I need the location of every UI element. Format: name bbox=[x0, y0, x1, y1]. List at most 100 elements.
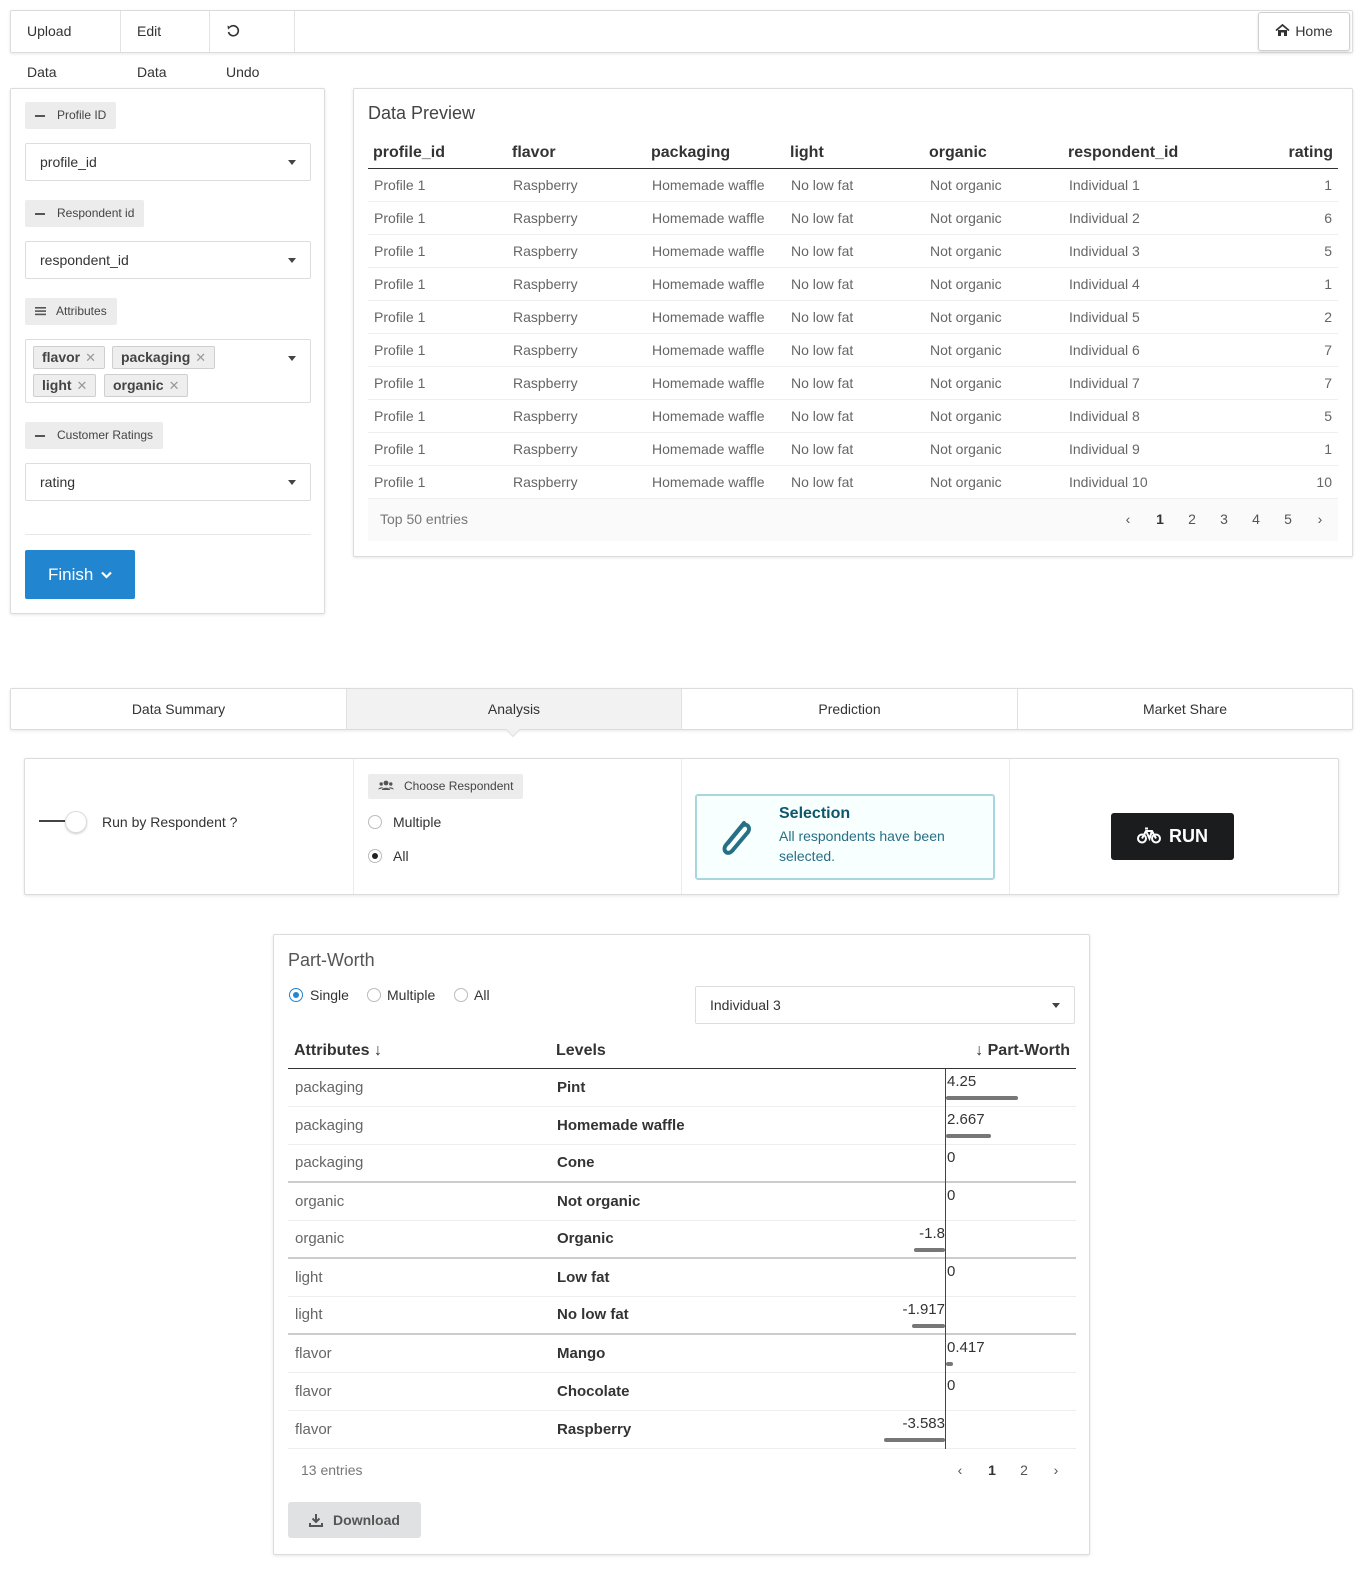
table-cell: Homemade waffle bbox=[646, 300, 785, 334]
table-cell: Individual 7 bbox=[1063, 366, 1202, 400]
zero-axis bbox=[945, 1410, 946, 1449]
level-cell: Raspberry bbox=[550, 1410, 811, 1449]
column-header[interactable]: ↓ Part-Worth bbox=[811, 1034, 1076, 1069]
part-worth-value: 0.417 bbox=[947, 1339, 985, 1356]
table-cell: Raspberry bbox=[507, 234, 646, 268]
column-header[interactable]: organic bbox=[924, 139, 1063, 169]
table-cell: 6 bbox=[1202, 201, 1338, 235]
profile-id-select[interactable]: profile_id bbox=[25, 143, 311, 181]
tab-bar: Data Summary Analysis Prediction Market … bbox=[10, 688, 1353, 738]
upload-data-label: Upload Data bbox=[27, 23, 72, 80]
table-cell: 1 bbox=[1202, 267, 1338, 301]
finish-button[interactable]: Finish bbox=[25, 550, 135, 599]
table-cell: Homemade waffle bbox=[646, 399, 785, 433]
table-cell: 5 bbox=[1202, 234, 1338, 268]
run-button[interactable]: RUN bbox=[1111, 813, 1234, 860]
attribute-tag-organic[interactable]: organic ✕ bbox=[104, 374, 189, 397]
column-header[interactable]: rating bbox=[1202, 139, 1338, 169]
attribute-cell: organic bbox=[288, 1220, 550, 1259]
part-worth-cell: 0 bbox=[811, 1372, 1076, 1411]
column-header[interactable]: profile_id bbox=[368, 139, 507, 169]
part-worth-bar bbox=[946, 1133, 992, 1138]
table-cell: Not organic bbox=[924, 234, 1063, 268]
upload-data-button[interactable]: Upload Data bbox=[11, 11, 121, 80]
next-page-icon[interactable]: › bbox=[1304, 511, 1336, 527]
page-button[interactable]: 2 bbox=[1008, 1462, 1040, 1478]
multiple-radio[interactable] bbox=[368, 815, 382, 829]
level-cell: Mango bbox=[550, 1334, 811, 1373]
ratings-select[interactable]: rating bbox=[25, 463, 311, 501]
data-preview-panel: Data Preview profile_id flavor packaging… bbox=[353, 88, 1353, 557]
home-button[interactable]: Home bbox=[1258, 12, 1350, 51]
tab-prediction[interactable]: Prediction bbox=[682, 689, 1018, 729]
column-header[interactable]: packaging bbox=[646, 139, 785, 169]
caret-down-icon bbox=[1052, 1003, 1060, 1008]
table-footer: Top 50 entries ‹ 1 2 3 4 5 › bbox=[368, 499, 1338, 541]
table-cell: 10 bbox=[1202, 465, 1338, 499]
table-cell: 1 bbox=[1202, 432, 1338, 466]
page-button[interactable]: 4 bbox=[1240, 511, 1272, 527]
table-cell: Profile 1 bbox=[368, 366, 507, 400]
respondent-id-select[interactable]: respondent_id bbox=[25, 241, 311, 279]
next-page-icon[interactable]: › bbox=[1040, 1462, 1072, 1478]
table-cell: Not organic bbox=[924, 432, 1063, 466]
part-worth-cell: -1.917 bbox=[811, 1296, 1076, 1335]
entries-count: Top 50 entries bbox=[380, 511, 468, 527]
remove-tag-icon[interactable]: ✕ bbox=[195, 350, 206, 365]
part-worth-cell: 0 bbox=[811, 1258, 1076, 1297]
column-header[interactable]: respondent_id bbox=[1063, 139, 1202, 169]
zero-axis bbox=[945, 1259, 946, 1297]
zero-axis bbox=[945, 1068, 946, 1107]
level-cell: Organic bbox=[550, 1220, 811, 1259]
download-button[interactable]: Download bbox=[288, 1502, 421, 1538]
table-cell: Profile 1 bbox=[368, 201, 507, 235]
page-button[interactable]: 1 bbox=[1144, 511, 1176, 527]
table-row: organic Not organic 0 bbox=[288, 1182, 1076, 1221]
table-cell: Homemade waffle bbox=[646, 267, 785, 301]
attribute-tag-flavor[interactable]: flavor ✕ bbox=[33, 346, 106, 369]
tab-analysis[interactable]: Analysis bbox=[347, 689, 682, 729]
analysis-panel: Run by Respondent ? Choose Respondent Mu… bbox=[24, 758, 1339, 895]
part-worth-bar bbox=[946, 1095, 1019, 1100]
prev-page-icon[interactable]: ‹ bbox=[1112, 511, 1144, 527]
undo-button[interactable]: Undo bbox=[210, 11, 295, 80]
column-header[interactable]: flavor bbox=[507, 139, 646, 169]
part-worth-cell: -1.8 bbox=[811, 1220, 1076, 1259]
tab-market-share[interactable]: Market Share bbox=[1018, 689, 1352, 729]
undo-label: Undo bbox=[226, 64, 260, 80]
prev-page-icon[interactable]: ‹ bbox=[944, 1462, 976, 1478]
page-button[interactable]: 2 bbox=[1176, 511, 1208, 527]
attributes-multiselect[interactable]: flavor ✕ packaging ✕ light ✕ organic ✕ bbox=[25, 339, 311, 403]
column-header[interactable]: Attributes ↓ bbox=[288, 1034, 550, 1069]
profile-id-value: profile_id bbox=[40, 154, 97, 170]
remove-tag-icon[interactable]: ✕ bbox=[169, 378, 180, 393]
multiple-radio[interactable] bbox=[367, 988, 381, 1002]
all-radio[interactable] bbox=[368, 849, 382, 863]
page-button[interactable]: 5 bbox=[1272, 511, 1304, 527]
part-worth-table: Attributes ↓ Levels ↓ Part-Worth packagi… bbox=[288, 1034, 1076, 1449]
part-worth-value: 2.667 bbox=[947, 1110, 985, 1128]
all-radio[interactable] bbox=[454, 988, 468, 1002]
tab-data-summary[interactable]: Data Summary bbox=[11, 689, 347, 729]
attribute-tag-light[interactable]: light ✕ bbox=[33, 374, 97, 397]
table-cell: Individual 10 bbox=[1063, 465, 1202, 499]
run-by-respondent-toggle[interactable] bbox=[65, 811, 87, 833]
remove-tag-icon[interactable]: ✕ bbox=[77, 378, 88, 393]
caret-down-icon bbox=[288, 356, 296, 361]
column-header[interactable]: Levels bbox=[550, 1034, 811, 1069]
pagination: ‹ 1 2 3 4 5 › bbox=[1112, 511, 1336, 527]
multiple-radio-label: Multiple bbox=[387, 987, 436, 1003]
edit-data-button[interactable]: Edit Data bbox=[121, 11, 210, 80]
table-row: Profile 1 Raspberry Homemade waffle No low … bbox=[368, 168, 1338, 202]
part-worth-cell: 0.417 bbox=[811, 1334, 1076, 1373]
attribute-tag-packaging[interactable]: packaging ✕ bbox=[112, 346, 216, 369]
column-header[interactable]: light bbox=[785, 139, 924, 169]
single-radio[interactable] bbox=[289, 988, 303, 1002]
settings-panel: Profile ID profile_id Respondent id resp… bbox=[10, 88, 325, 614]
page-button[interactable]: 1 bbox=[976, 1462, 1008, 1478]
remove-tag-icon[interactable]: ✕ bbox=[85, 350, 96, 365]
page-button[interactable]: 3 bbox=[1208, 511, 1240, 527]
table-cell: 1 bbox=[1202, 168, 1338, 202]
table-cell: Individual 5 bbox=[1063, 300, 1202, 334]
respondent-select[interactable]: Individual 3 bbox=[695, 986, 1075, 1024]
